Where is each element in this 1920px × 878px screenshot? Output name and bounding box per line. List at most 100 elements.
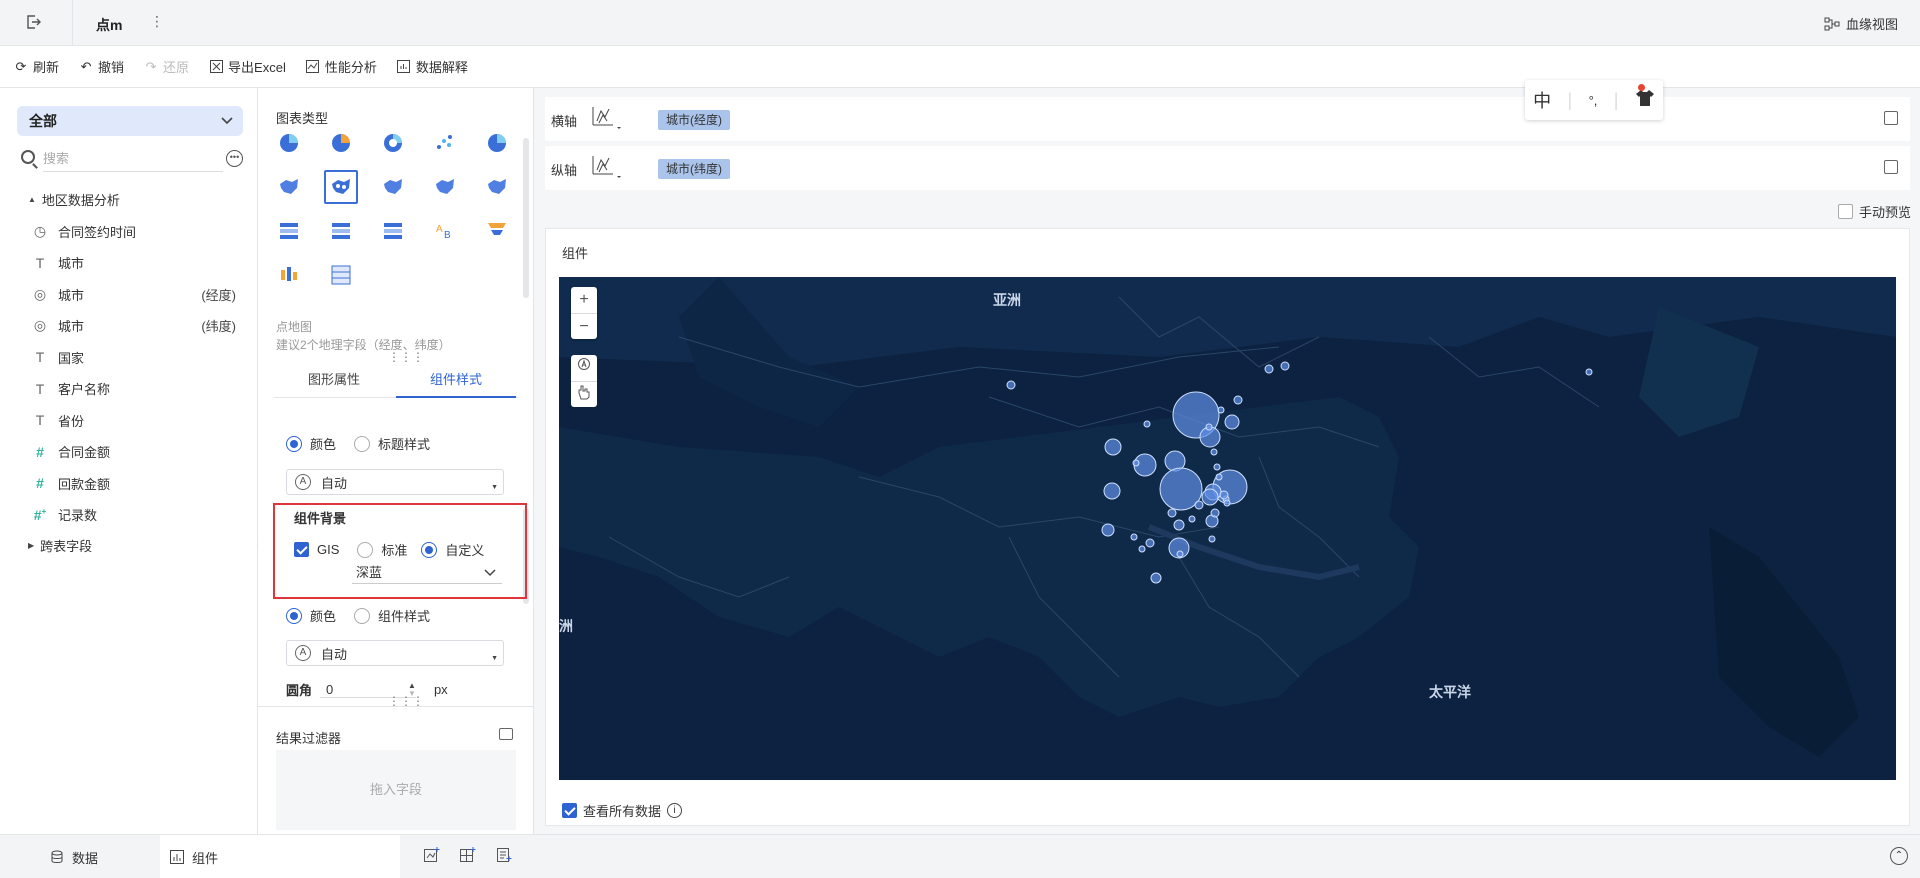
city-bubble[interactable] <box>1224 414 1240 430</box>
collapse-up-icon[interactable]: ⌃ <box>1890 847 1908 865</box>
add-dashboard-icon[interactable] <box>460 847 476 866</box>
city-bubble[interactable] <box>1130 533 1138 541</box>
refresh-button[interactable]: ⟳ 刷新 <box>14 57 59 76</box>
field-item[interactable]: T 省份 <box>32 408 242 432</box>
lineage-view-button[interactable]: 血缘视图 <box>1824 14 1898 33</box>
city-bubble[interactable] <box>1145 538 1155 548</box>
city-bubble[interactable] <box>1213 463 1221 471</box>
city-bubble[interactable] <box>1143 420 1151 428</box>
export-excel-button[interactable]: 导出Excel <box>209 57 286 76</box>
info-icon[interactable]: i <box>667 803 683 818</box>
city-bubble[interactable] <box>1210 448 1218 456</box>
y-axis-chart-icon[interactable] <box>591 154 621 182</box>
pan-hand-icon[interactable] <box>571 381 597 407</box>
point-map-icon[interactable] <box>324 170 358 204</box>
performance-analysis-button[interactable]: 性能分析 <box>306 57 377 76</box>
gis-map[interactable]: 亚洲 洲 太平洋 北京 + − <box>559 277 1896 780</box>
detail-table-icon[interactable] <box>272 214 306 248</box>
cross-table-icon[interactable] <box>324 214 358 248</box>
field-item[interactable]: ◷ 合同签约时间 <box>32 219 242 243</box>
field-item[interactable]: ◎ 城市 (纬度) <box>32 314 242 338</box>
scope-select[interactable]: 全部 <box>17 106 243 136</box>
city-bubble[interactable] <box>1233 395 1243 405</box>
city-bubble[interactable] <box>1264 364 1274 374</box>
city-bubble[interactable] <box>1585 368 1593 376</box>
city-bubble[interactable] <box>1201 488 1219 506</box>
x-axis-lock-icon[interactable] <box>1884 111 1898 125</box>
field-item[interactable]: ◎ 城市 (经度) <box>32 282 242 306</box>
title-style-radio[interactable] <box>354 435 371 452</box>
city-bubble[interactable] <box>1176 550 1184 558</box>
gantt-icon[interactable] <box>324 258 358 292</box>
pie-chart-icon[interactable] <box>272 126 306 160</box>
chinese-input-icon[interactable]: 中 <box>1533 87 1551 113</box>
x-axis-field-chip[interactable]: 城市(经度) <box>658 110 730 130</box>
city-bubble[interactable] <box>1188 515 1196 523</box>
redo-button[interactable]: ↷ 还原 <box>144 57 189 76</box>
skin-tshirt-icon[interactable] <box>1635 89 1655 112</box>
funnel-icon[interactable] <box>480 214 514 248</box>
tab-component-style[interactable]: 组件样式 <box>396 362 516 398</box>
city-bubble[interactable] <box>1101 523 1115 537</box>
bubble-icon[interactable] <box>480 126 514 160</box>
city-bubble[interactable] <box>1006 380 1016 390</box>
kpi-icon[interactable] <box>272 258 306 292</box>
scatter-icon[interactable] <box>428 126 462 160</box>
component-auto-select[interactable]: A 自动 ▼ <box>286 640 504 666</box>
undo-button[interactable]: ↶ 撤销 <box>79 57 124 76</box>
city-bubble[interactable] <box>1223 499 1231 507</box>
tab-component[interactable]: 组件 <box>160 835 400 878</box>
field-item[interactable]: # 回款金额 <box>32 471 242 495</box>
view-all-data-checkbox[interactable] <box>562 803 577 818</box>
treemap-icon[interactable] <box>376 214 410 248</box>
y-axis-field-chip[interactable]: 城市(纬度) <box>658 159 730 179</box>
multi-pie-icon[interactable] <box>324 126 358 160</box>
tab-graph-props[interactable]: 图形属性 <box>274 362 394 398</box>
donut-icon[interactable] <box>376 126 410 160</box>
tab-data[interactable]: 数据 <box>0 835 160 878</box>
word-cloud-icon[interactable]: AB <box>428 214 462 248</box>
city-bubble[interactable] <box>1219 490 1229 500</box>
exit-icon[interactable] <box>24 13 48 33</box>
city-bubble[interactable] <box>1132 459 1140 467</box>
city-bubble[interactable] <box>1217 406 1225 414</box>
chart-type-scrollbar[interactable] <box>523 138 529 298</box>
filter-lock-icon[interactable] <box>499 728 513 740</box>
zoom-in-button[interactable]: + <box>571 287 597 313</box>
title-color-radio[interactable] <box>286 435 302 452</box>
region-map-icon[interactable] <box>272 170 306 204</box>
city-bubble[interactable] <box>1280 361 1290 371</box>
x-axis-chart-icon[interactable] <box>591 105 621 133</box>
add-report-icon[interactable] <box>496 847 512 866</box>
search-input[interactable] <box>43 146 223 172</box>
manual-preview-toggle[interactable]: 手动预览 <box>1838 202 1911 221</box>
zoom-out-button[interactable]: − <box>571 313 597 339</box>
title-auto-select[interactable]: A 自动 ▼ <box>286 469 504 495</box>
city-bubble[interactable] <box>1210 508 1220 518</box>
folder-region-analysis[interactable]: ▲ 地区数据分析 <box>28 190 120 209</box>
city-bubble[interactable] <box>1150 572 1162 584</box>
field-item[interactable]: T 国家 <box>32 345 242 369</box>
city-bubble[interactable] <box>1194 500 1204 510</box>
field-item[interactable]: # + 记录数 <box>32 503 242 527</box>
y-axis-lock-icon[interactable] <box>1884 160 1898 174</box>
folder-cross-table[interactable]: ▶ 跨表字段 <box>28 536 92 555</box>
city-bubble[interactable] <box>1103 482 1121 500</box>
city-bubble[interactable] <box>1104 438 1122 456</box>
component-color-radio[interactable] <box>286 607 302 624</box>
heat-map-icon[interactable] <box>428 170 462 204</box>
flow-map-icon[interactable] <box>376 170 410 204</box>
city-bubble[interactable] <box>1173 519 1185 531</box>
manual-preview-checkbox[interactable] <box>1838 204 1853 219</box>
field-item[interactable]: # 合同金额 <box>32 440 242 464</box>
view-all-data-toggle[interactable]: 查看所有数据 i <box>562 801 683 820</box>
lasso-select-icon[interactable] <box>571 355 597 381</box>
component-style-radio[interactable] <box>354 607 371 624</box>
punctuation-icon[interactable]: °, <box>1589 93 1598 108</box>
filter-drop-zone[interactable]: 拖入字段 <box>276 750 516 830</box>
add-component-icon[interactable] <box>424 847 440 866</box>
field-item[interactable]: T 客户名称 <box>32 377 242 401</box>
city-bubble[interactable] <box>1208 535 1216 543</box>
city-bubble[interactable] <box>1205 423 1213 431</box>
city-bubble[interactable] <box>1215 473 1223 481</box>
